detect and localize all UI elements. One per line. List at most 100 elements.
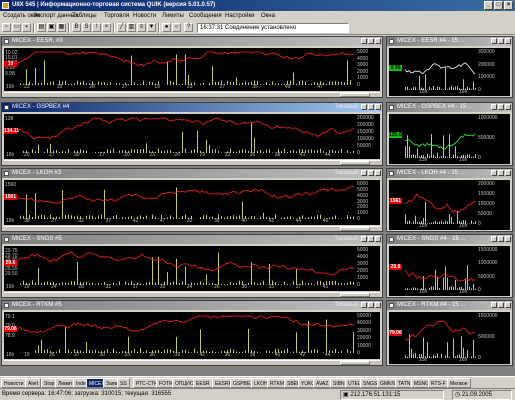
mini-chart-window[interactable]: MICEX - SNGS #4 - 15 ... 29.6 1500000 10000… (386, 234, 513, 298)
chart-window-title[interactable]: MICEX - LKOH #3 Тиковый (2, 169, 382, 178)
mini-chart-window[interactable]: MICEX - GSPBEX #4 - 15 ... 135.00 1000000 5… (386, 102, 513, 166)
mini-chart-maximize-button[interactable] (498, 302, 504, 308)
mini-chart-plot[interactable]: 1561 200000 150000 100000 50000 0 15h 16h (389, 180, 510, 230)
tab-26[interactable]: Мелкое (447, 378, 471, 388)
tab-18[interactable]: AVAZ (313, 378, 332, 388)
chart-close-button[interactable] (375, 170, 381, 176)
chart-minimize-button[interactable] (361, 302, 367, 308)
chart-window-title[interactable]: MICEX - RTKM #5 Тиковый (2, 301, 382, 310)
mini-chart-minimize-button[interactable] (491, 302, 497, 308)
mini-chart-minimize-button[interactable] (491, 104, 497, 110)
mini-chart-title-bar[interactable]: MICEX - SNGS #4 - 15 ... (387, 235, 512, 244)
scrollbar-thumb[interactable] (340, 227, 370, 231)
scrollbar-thumb[interactable] (340, 293, 370, 297)
buy-icon[interactable]: B (72, 23, 81, 32)
mini-chart-minimize-button[interactable] (491, 38, 497, 44)
tab-11[interactable]: EESR (193, 378, 213, 388)
maximize-button[interactable]: □ (494, 1, 503, 10)
mini-chart-close-button[interactable] (505, 170, 511, 176)
chart-window[interactable]: MICEX - GSPBEX #4Тиковый 138135134.112500… (1, 102, 383, 166)
mini-chart-maximize-button[interactable] (498, 236, 504, 242)
copy-icon[interactable]: ▣ (47, 23, 56, 32)
mini-chart-title-bar[interactable]: MICEX - RTKM #4 - 15 ... (387, 301, 512, 310)
minimize-button[interactable]: _ (484, 1, 493, 10)
scrollbar-thumb[interactable] (340, 161, 370, 165)
chart-horizontal-scrollbar[interactable] (4, 160, 380, 165)
chart-minimize-button[interactable] (361, 38, 367, 44)
chart-window[interactable]: MICEX - RTKM #5Тиковый 79.179.078.979.065… (1, 300, 383, 366)
chart-horizontal-scrollbar[interactable] (4, 292, 380, 297)
chart-maximize-button[interactable] (368, 104, 374, 110)
tab-1[interactable]: Alert (25, 378, 42, 388)
tab-0[interactable]: Новости (1, 378, 27, 388)
mini-chart-plot[interactable]: 9.95 300000 200000 100000 0 15h 16h (389, 48, 510, 96)
mini-chart-plot[interactable]: 79.06 1000000 500000 0 15h 16h (389, 312, 510, 364)
open-icon[interactable]: ▭ (12, 23, 21, 32)
chart-minimize-button[interactable] (361, 170, 367, 176)
mini-chart-close-button[interactable] (505, 104, 511, 110)
mini-chart-maximize-button[interactable] (498, 38, 504, 44)
scrollbar-thumb[interactable] (340, 361, 370, 365)
chart-close-button[interactable] (375, 302, 381, 308)
mini-chart-maximize-button[interactable] (498, 104, 504, 110)
chart-maximize-button[interactable] (368, 302, 374, 308)
chart-icon[interactable]: ╱ (117, 23, 126, 32)
menu-windows[interactable]: Окна (261, 11, 275, 21)
mini-chart-minimize-button[interactable] (491, 170, 497, 176)
chart-window-title[interactable]: MICEX - GSPBEX #4 Тиковый (2, 103, 382, 112)
filter-icon[interactable]: ▼ (147, 23, 156, 32)
menu-limits[interactable]: Лимиты (162, 11, 184, 21)
mini-chart-minimize-button[interactable] (491, 236, 497, 242)
sell-icon[interactable]: S (82, 23, 91, 32)
menu-settings[interactable]: Настройки (225, 11, 254, 21)
chart-window[interactable]: MICEX - LKOH #3 Тиковый 1560 1561 6000 5000 40… (1, 168, 383, 232)
chart-horizontal-scrollbar[interactable] (4, 360, 380, 365)
chart-horizontal-scrollbar[interactable] (4, 226, 380, 231)
paste-icon[interactable]: ▦ (57, 23, 66, 32)
chart-horizontal-scrollbar[interactable] (4, 92, 380, 97)
cancel-icon[interactable]: × (102, 23, 111, 32)
mini-chart-plot[interactable]: 29.6 1500000 1000000 500000 0 15h 16h (389, 246, 510, 296)
price-chart-plot[interactable]: 1560 1561 6000 5000 4000 3000 2000 1000 0 38 27 32 3… (4, 180, 380, 225)
menu-trading[interactable]: Торговля (104, 11, 129, 21)
price-chart-plot[interactable]: 138135134.112500002000001500001000005000… (4, 114, 380, 159)
chart-close-button[interactable] (375, 104, 381, 110)
connect-icon[interactable]: ● (162, 23, 171, 32)
table-icon[interactable]: ▥ (127, 23, 136, 32)
mini-chart-close-button[interactable] (505, 236, 511, 242)
chart-close-button[interactable] (375, 236, 381, 242)
quotes-icon[interactable]: ≡ (137, 23, 146, 32)
mini-chart-title-bar[interactable]: MICEX - GSPBEX #4 - 15 ... (387, 103, 512, 112)
chart-window-title[interactable]: MICEX - SNGS #5 Тиковый (2, 235, 382, 244)
menu-tables[interactable]: Таблицы (72, 11, 97, 21)
chart-window-title[interactable]: MICEX - EESR, #3 (2, 37, 382, 46)
mini-chart-close-button[interactable] (505, 38, 511, 44)
mini-chart-window[interactable]: MICEX - EESR #4 - 15 ... 9.95 300000 200000… (386, 36, 513, 98)
price-chart-plot[interactable]: 79.179.078.979.0650000400003000020000100… (4, 312, 380, 359)
menu-news[interactable]: Новости (133, 11, 156, 21)
chart-maximize-button[interactable] (368, 38, 374, 44)
mini-chart-plot[interactable]: 135.00 1000000 500000 0 15h 16h (389, 114, 510, 164)
tab-7[interactable]: SS (117, 378, 130, 388)
scrollbar-thumb[interactable] (340, 93, 370, 97)
mini-chart-window[interactable]: MICEX - LKOH #4 - 15 ... 1561 200000 150000… (386, 168, 513, 232)
disconnect-icon[interactable]: ○ (172, 23, 181, 32)
new-window-icon[interactable]: ▫ (2, 23, 11, 32)
mini-chart-title-bar[interactable]: MICEX - EESR #4 - 15 ... (387, 37, 512, 46)
chart-minimize-button[interactable] (361, 236, 367, 242)
chart-close-button[interactable] (375, 38, 381, 44)
print-icon[interactable]: ▤ (37, 23, 46, 32)
help-icon[interactable]: ? (184, 23, 193, 32)
chart-maximize-button[interactable] (368, 170, 374, 176)
close-button[interactable]: × (504, 1, 513, 10)
tab-25[interactable]: RTS-F (428, 378, 449, 388)
mini-chart-window[interactable]: MICEX - RTKM #4 - 15 ... 79.06 1000000 5000… (386, 300, 513, 366)
chart-window[interactable]: MICEX - SNGS #5Тиковый 29.7529.7029.6529.… (1, 234, 383, 298)
chart-minimize-button[interactable] (361, 104, 367, 110)
menu-messages[interactable]: Сообщения (189, 11, 222, 21)
price-chart-plot[interactable]: 10.0210.0110.009.999.9810500040003000200… (4, 48, 380, 91)
save-icon[interactable]: ▪ (22, 23, 31, 32)
price-chart-plot[interactable]: 29.7529.7029.6529.6029.5529.5029.6500040… (4, 246, 380, 291)
stop-order-icon[interactable]: ! (92, 23, 101, 32)
mini-chart-maximize-button[interactable] (498, 170, 504, 176)
